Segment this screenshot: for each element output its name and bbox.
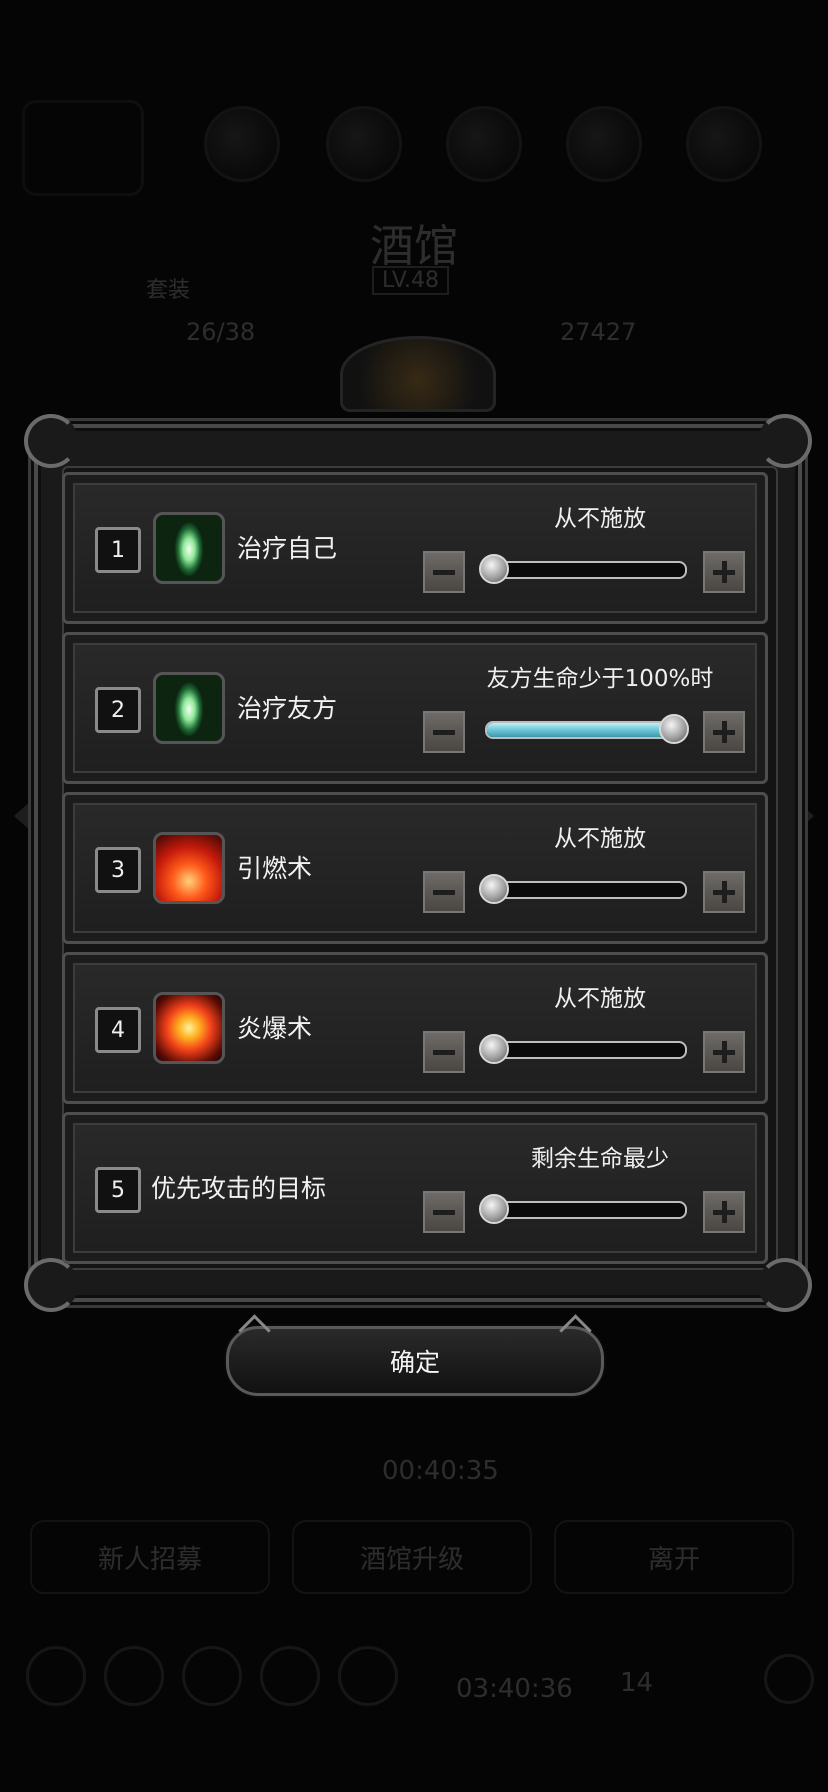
bg-bottom-timer: 03:40:36 <box>456 1674 573 1704</box>
bg-left-arrow-icon <box>14 800 32 832</box>
bg-add-icon <box>764 1654 814 1704</box>
skill-name: 优先攻击的目标 <box>151 1174 327 1203</box>
bg-upgrade-button: 酒馆升级 <box>292 1520 532 1594</box>
skill-index: 1 <box>95 527 141 573</box>
slider-fill <box>487 723 685 737</box>
skill-setting-label: 从不施放 <box>554 986 646 1012</box>
minus-icon <box>433 569 455 575</box>
minus-icon <box>433 889 455 895</box>
increase-button[interactable] <box>703 551 745 593</box>
increase-button[interactable] <box>703 1031 745 1073</box>
bg-set-label: 套装 <box>146 278 191 303</box>
skill-setting-label: 剩余生命最少 <box>531 1146 669 1172</box>
slider-handle[interactable] <box>659 714 689 744</box>
skill-index: 3 <box>95 847 141 893</box>
skill-setting-label: 友方生命少于100%时 <box>486 666 714 692</box>
skill-slider-track[interactable] <box>485 1041 687 1059</box>
skill-row: 2 治疗友方 友方生命少于100%时 <box>62 632 768 784</box>
heal-icon <box>153 512 225 584</box>
bg-menu-icon <box>182 1646 242 1706</box>
skill-setting-label: 从不施放 <box>554 826 646 852</box>
bg-recruit-button: 新人招募 <box>30 1520 270 1594</box>
bg-portrait-frame <box>22 100 144 196</box>
ignite-fire-icon <box>153 832 225 904</box>
skill-index: 5 <box>95 1167 141 1213</box>
slider-handle[interactable] <box>479 1194 509 1224</box>
bg-stat-left: 26/38 <box>186 318 256 346</box>
slider-handle[interactable] <box>479 874 509 904</box>
bg-tab-icon <box>446 106 522 182</box>
corner-ornament-icon <box>24 1258 78 1312</box>
decrease-button[interactable] <box>423 1031 465 1073</box>
minus-icon <box>433 1209 455 1215</box>
slider-handle[interactable] <box>479 554 509 584</box>
skill-setting-label: 从不施放 <box>554 506 646 532</box>
heal-icon <box>153 672 225 744</box>
skill-slider-track[interactable] <box>485 1201 687 1219</box>
bg-tab-icon <box>204 106 280 182</box>
bg-title: 酒馆 <box>370 221 458 272</box>
bg-leave-button: 离开 <box>554 1520 794 1594</box>
target-priority-row: 5 优先攻击的目标 剩余生命最少 <box>62 1112 768 1264</box>
bg-menu-icon <box>26 1646 86 1706</box>
skill-row: 4 炎爆术 从不施放 <box>62 952 768 1104</box>
corner-ornament-icon <box>24 414 78 468</box>
bg-timer: 00:40:35 <box>382 1456 499 1486</box>
confirm-button[interactable]: 确定 <box>226 1314 604 1396</box>
bg-tab-icon <box>566 106 642 182</box>
bg-stat-right: 27427 <box>560 318 637 346</box>
decrease-button[interactable] <box>423 871 465 913</box>
skill-row: 1 治疗自己 从不施放 <box>62 472 768 624</box>
increase-button[interactable] <box>703 1191 745 1233</box>
bg-menu-icon <box>260 1646 320 1706</box>
skill-index: 4 <box>95 1007 141 1053</box>
skill-row: 3 引燃术 从不施放 <box>62 792 768 944</box>
decrease-button[interactable] <box>423 1191 465 1233</box>
bg-menu-icon <box>338 1646 398 1706</box>
minus-icon <box>433 1049 455 1055</box>
flame-burst-icon <box>153 992 225 1064</box>
skill-slider-track[interactable] <box>485 721 687 739</box>
skill-name: 治疗自己 <box>237 534 338 563</box>
slider-handle[interactable] <box>479 1034 509 1064</box>
confirm-label: 确定 <box>389 1348 440 1377</box>
skill-index: 2 <box>95 687 141 733</box>
bg-tab-icon <box>326 106 402 182</box>
skill-name: 引燃术 <box>237 854 313 883</box>
bg-tab-icon <box>686 106 762 182</box>
increase-button[interactable] <box>703 711 745 753</box>
decrease-button[interactable] <box>423 711 465 753</box>
decrease-button[interactable] <box>423 551 465 593</box>
bg-level: LV.48 <box>372 266 450 295</box>
corner-ornament-icon <box>758 414 812 468</box>
bg-bottom-count: 14 <box>620 1668 654 1698</box>
bg-menu-icon <box>104 1646 164 1706</box>
skill-slider-track[interactable] <box>485 881 687 899</box>
increase-button[interactable] <box>703 871 745 913</box>
minus-icon <box>433 729 455 735</box>
skill-slider-track[interactable] <box>485 561 687 579</box>
skill-name: 炎爆术 <box>237 1014 313 1043</box>
corner-ornament-icon <box>758 1258 812 1312</box>
skill-name: 治疗友方 <box>237 694 338 723</box>
dialog-emblem-icon <box>340 336 496 412</box>
